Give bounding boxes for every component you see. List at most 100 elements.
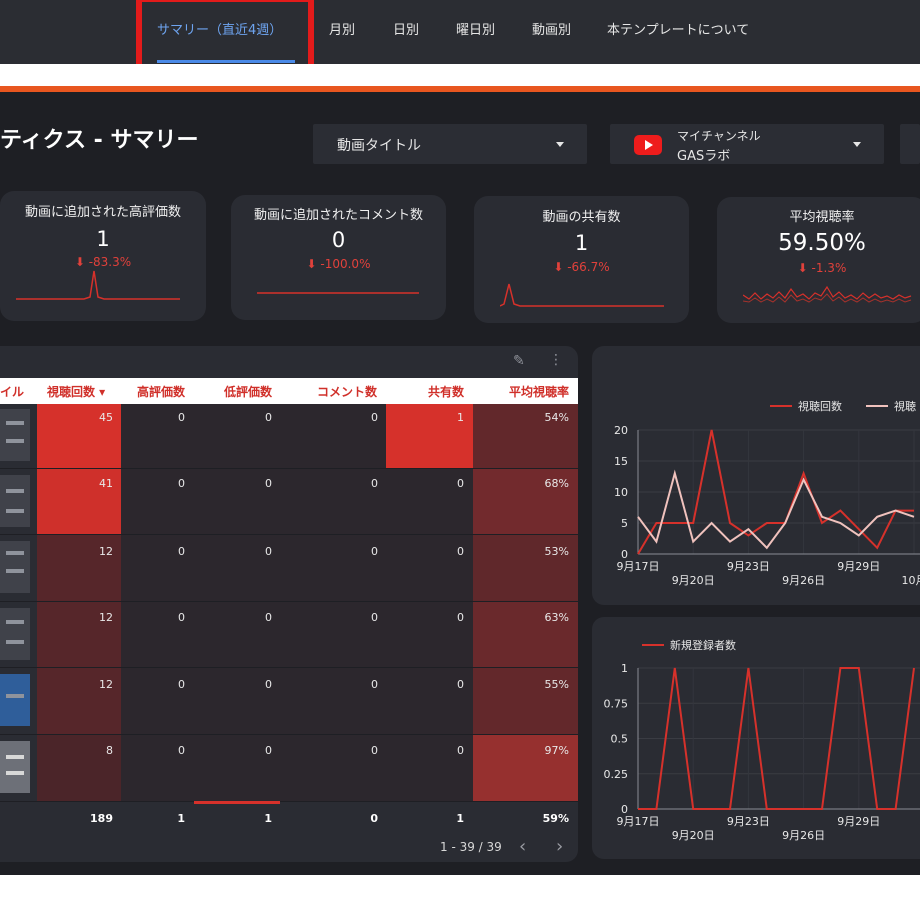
row-divider [0,667,578,668]
cell-avg-view-rate: 97% [544,744,569,757]
y-tick-label: 1 [621,662,628,675]
sparkline [743,285,912,303]
kpi-delta: ⬇ -1.3% [797,261,847,275]
column-header-avg-view-rate[interactable]: 平均視聴率 [509,383,569,400]
x-tick-label: 9月17日 [617,560,660,573]
date-range-selector[interactable] [900,124,920,164]
prev-page-button[interactable]: ‹ [519,836,526,857]
tab-about-template[interactable]: 本テンプレートについて [607,0,749,64]
more-vert-icon[interactable]: ⋮ [549,352,563,368]
youtube-icon [634,135,662,155]
column-header-likes[interactable]: 高評価数 [137,383,185,400]
cell-likes: 0 [178,477,185,490]
cell-comments: 0 [371,545,378,558]
cell-comments: 0 [371,611,378,624]
column-header-views[interactable]: 視聴回数 ▾ [47,383,105,400]
series-line [637,469,915,550]
legend-label: 視聴回数 [798,399,842,413]
x-tick-label: 9月20日 [672,574,715,587]
tab-per-video[interactable]: 動画別 [532,0,571,64]
row-divider [0,734,578,735]
cell-shares: 0 [457,611,464,624]
channel-name: GASラボ [677,149,731,164]
sparkline [257,292,419,294]
chevron-down-icon [556,142,564,147]
kpi-delta: ⬇ -100.0% [306,257,371,271]
cell-comments: 0 [371,744,378,757]
kpi-value: 1 [574,231,589,255]
cell-shares: 0 [457,477,464,490]
kpi-label: 動画の共有数 [542,210,621,225]
column-header-dislikes[interactable]: 低評価数 [224,383,272,400]
y-tick-label: 20 [614,424,628,437]
cell-avg-view-rate: 63% [544,611,569,624]
total-avg-view-rate: 59% [542,812,569,825]
cell-likes: 0 [178,545,185,558]
cell-avg-view-rate: 54% [544,411,569,424]
cell-views: 41 [99,477,113,490]
page-footer [0,875,920,920]
kpi-label: 動画に追加された高評価数 [24,205,181,220]
x-tick-label: 9月29日 [837,560,880,573]
cell-dislikes: 0 [265,411,272,424]
x-tick-label: 9月23日 [727,560,770,573]
top-nav: サマリー（直近4週） 月別 日別 曜日別 動画別 本テンプレートについて [0,0,920,64]
x-tick-label: 9月29日 [837,815,880,828]
video-thumbnail[interactable] [0,608,30,660]
cell-shares: 0 [457,744,464,757]
cell-dislikes: 0 [265,545,272,558]
video-thumbnail[interactable] [0,475,30,527]
tab-weekday[interactable]: 曜日別 [456,0,495,64]
cell-likes: 0 [178,744,185,757]
cell-dislikes: 0 [265,611,272,624]
x-tick-label: 9月26日 [782,829,825,842]
tab-daily[interactable]: 日別 [393,0,419,64]
pagination-range: 1 - 39 / 39 [440,840,502,854]
next-page-button[interactable]: › [556,836,563,857]
column-header-comments[interactable]: コメント数 [317,383,377,400]
kpi-delta: ⬇ -66.7% [553,260,610,274]
x-tick-label: 9月26日 [782,574,825,587]
cell-comments: 0 [371,678,378,691]
subscribers-line-chart: 00.250.50.7519月17日9月20日9月23日9月26日9月29日新規… [604,638,920,842]
video-thumbnail[interactable] [0,409,30,461]
total-views: 189 [90,812,113,825]
video-title-filter-label: 動画タイトル [337,138,421,154]
active-tab-indicator [157,60,295,63]
column-header-shares[interactable]: 共有数 [428,383,464,400]
video-thumbnail[interactable] [0,541,30,593]
column-header-title[interactable]: イル [0,383,24,400]
cell-shares: 0 [457,545,464,558]
tab-monthly[interactable]: 月別 [329,0,355,64]
x-tick-label: 9月17日 [617,815,660,828]
legend-label: 新規登録者数 [670,638,736,652]
cell-shares: 0 [457,678,464,691]
video-title-filter[interactable]: 動画タイトル [313,124,587,164]
row-divider [0,534,578,535]
tab-summary[interactable]: サマリー（直近4週） [157,0,282,64]
video-thumbnail[interactable] [0,674,30,726]
x-tick-label: 10月 [902,574,920,587]
y-tick-label: 15 [614,455,628,468]
cell-likes: 0 [178,611,185,624]
kpi-value: 1 [96,227,110,251]
y-tick-label: 5 [621,517,628,530]
kpi-card-shares: 動画の共有数 1 ⬇ -66.7% [474,196,689,323]
chevron-down-icon [853,142,861,147]
video-thumbnail[interactable] [0,741,30,793]
cell-views: 12 [99,611,113,624]
cell-views: 45 [99,411,113,424]
total-comments: 0 [370,812,378,825]
dislikes-total-bar [194,801,280,804]
x-tick-label: 9月20日 [672,829,715,842]
channel-label: マイチャンネル [677,129,761,143]
cell-avg-view-rate: 55% [544,678,569,691]
y-tick-label: 0.25 [604,768,629,781]
y-tick-label: 10 [614,486,628,499]
cell-dislikes: 0 [265,477,272,490]
kpi-delta: ⬇ -83.3% [74,255,132,269]
cell-shares: 1 [457,411,464,424]
total-shares: 1 [456,812,464,825]
edit-icon[interactable]: ✎ [513,353,525,369]
cell-dislikes: 0 [265,744,272,757]
